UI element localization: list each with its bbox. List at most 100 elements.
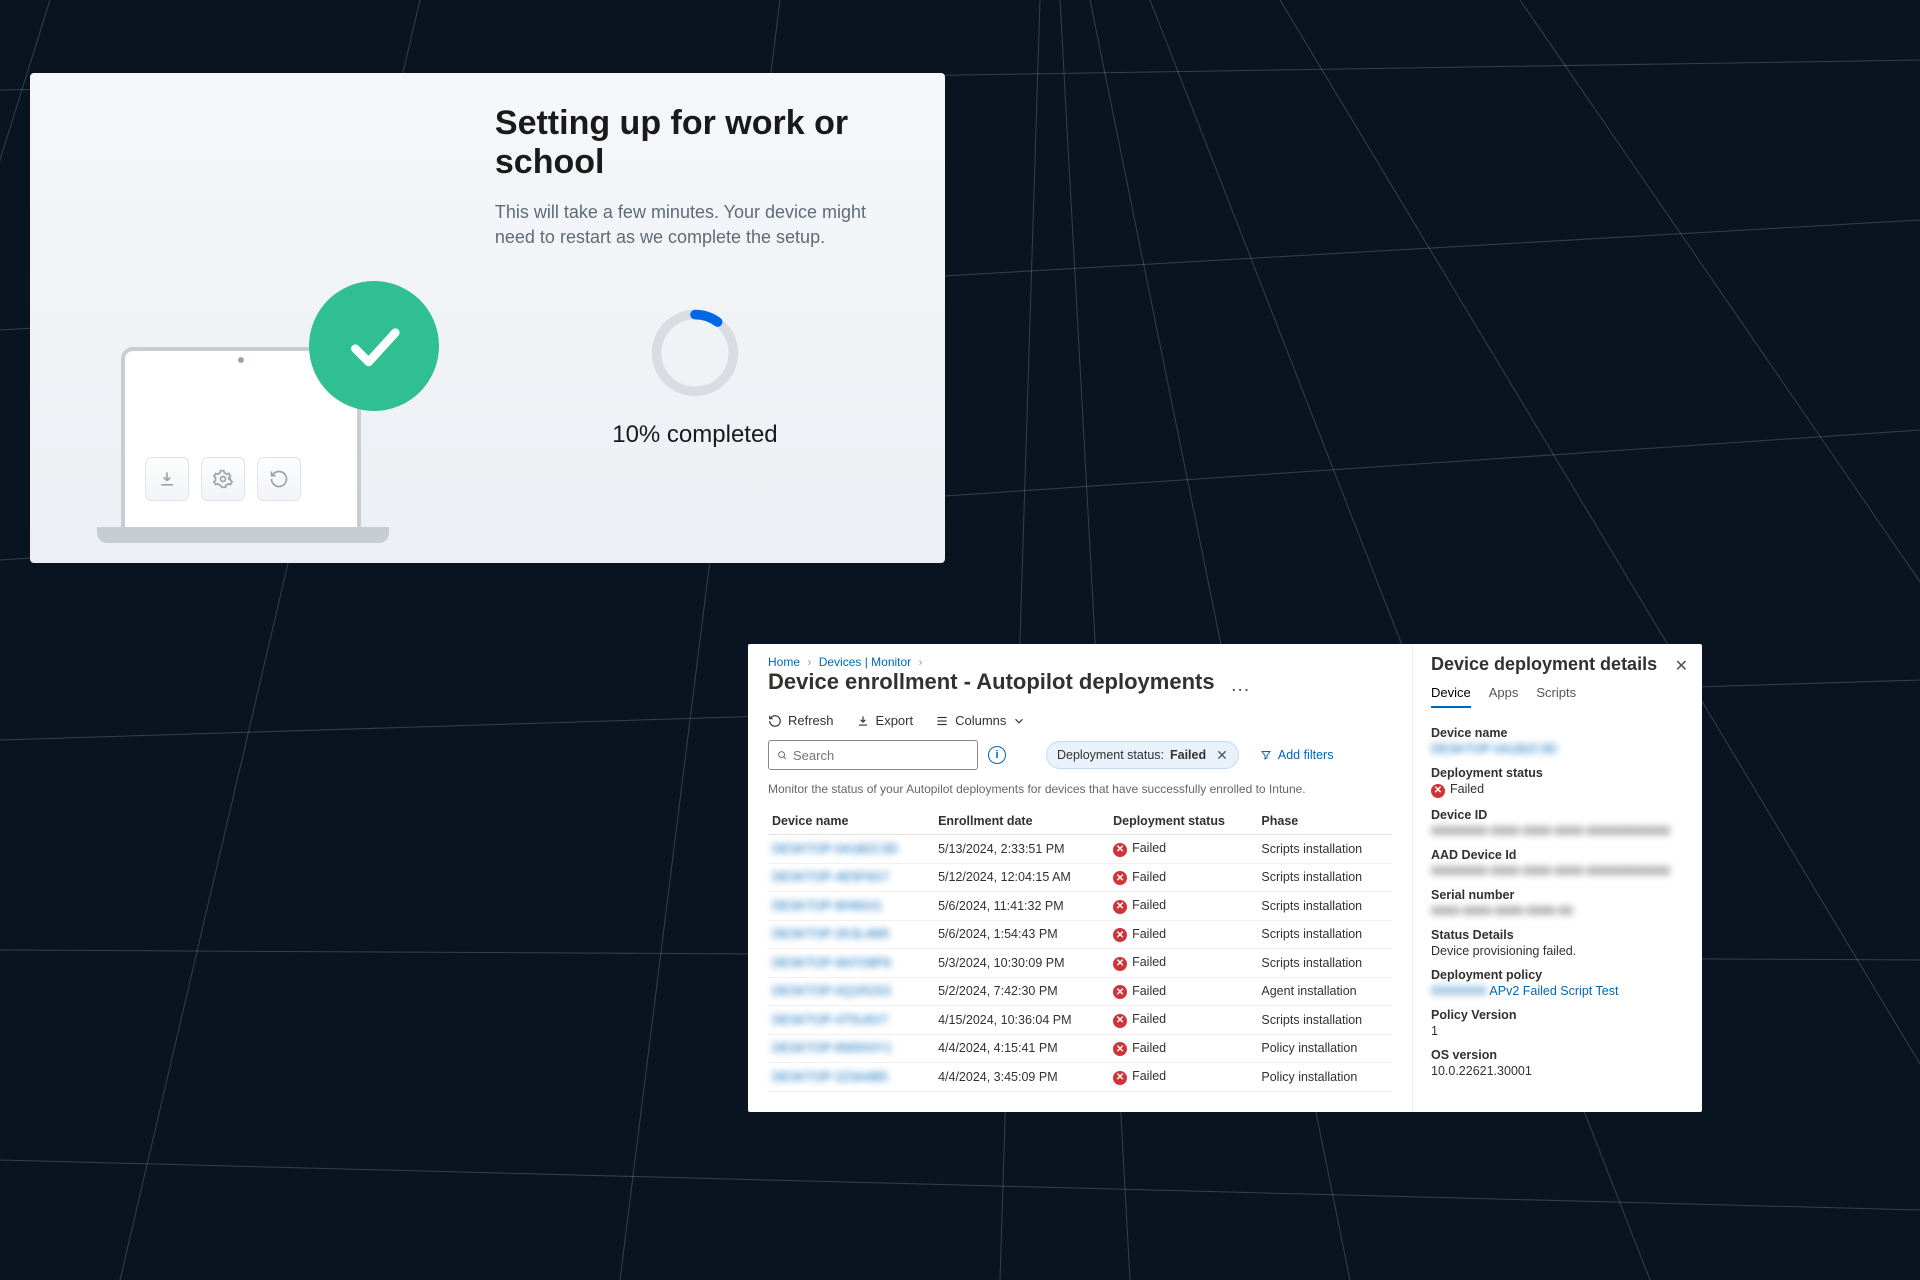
tab-device[interactable]: Device (1431, 685, 1471, 708)
kv-device-name[interactable]: DESKTOP-0A1B2C3D (1431, 742, 1557, 756)
row-status: ✕Failed (1109, 892, 1257, 921)
filter-icon (1260, 749, 1272, 761)
kv-status-label: Deployment status (1431, 766, 1684, 780)
filter-chip-remove-icon[interactable]: ✕ (1216, 747, 1228, 764)
row-device-name[interactable]: DESKTOP-0Q1R2S3 (772, 984, 891, 998)
table-row[interactable]: DESKTOP-2Z3A4B5 4/4/2024, 3:45:09 PM✕Fail… (768, 1063, 1392, 1092)
kv-status-details: Device provisioning failed. (1431, 944, 1684, 958)
kv-os: 10.0.22621.30001 (1431, 1064, 1684, 1078)
row-phase: Scripts installation (1257, 863, 1392, 892)
add-filters-button[interactable]: Add filters (1249, 741, 1345, 769)
row-status: ✕Failed (1109, 835, 1257, 864)
kv-device-name-label: Device name (1431, 726, 1684, 740)
kv-os-label: OS version (1431, 1048, 1684, 1062)
row-date: 4/15/2024, 10:36:04 PM (934, 1006, 1109, 1035)
row-date: 5/12/2024, 12:04:15 AM (934, 863, 1109, 892)
row-status: ✕Failed (1109, 1034, 1257, 1063)
info-icon[interactable]: i (988, 746, 1006, 764)
row-date: 5/6/2024, 1:54:43 PM (934, 920, 1109, 949)
export-button[interactable]: Export (856, 713, 914, 728)
checkmark-badge-icon (309, 281, 439, 411)
kv-serial-label: Serial number (1431, 888, 1684, 902)
description-text: Monitor the status of your Autopilot dep… (768, 782, 1392, 796)
col-phase[interactable]: Phase (1257, 808, 1392, 835)
row-device-name[interactable]: DESKTOP-0A1B2C3D (772, 842, 898, 856)
table-row[interactable]: DESKTOP-0A1B2C3D 5/13/2024, 2:33:51 PM✕Fa… (768, 835, 1392, 864)
table-row[interactable]: DESKTOP-6N7O8P9 5/3/2024, 10:30:09 PM✕Fai… (768, 949, 1392, 978)
row-phase: Scripts installation (1257, 949, 1392, 978)
row-device-name[interactable]: DESKTOP-4T5U6V7 (772, 1013, 888, 1027)
col-enrollment-date[interactable]: Enrollment date (934, 808, 1109, 835)
details-title: Device deployment details (1431, 654, 1684, 675)
oobe-title: Setting up for work or school (495, 104, 895, 182)
col-deployment-status[interactable]: Deployment status (1109, 808, 1257, 835)
intune-panel: Home › Devices | Monitor › Device enroll… (748, 644, 1702, 1112)
kv-status: ✕Failed (1431, 782, 1684, 798)
row-date: 5/13/2024, 2:33:51 PM (934, 835, 1109, 864)
row-device-name[interactable]: DESKTOP-8W9X0Y1 (772, 1041, 892, 1055)
kv-serial: 0000-0000-0000-0000-00 (1431, 904, 1573, 918)
kv-policy[interactable]: 00000000 APv2 Failed Script Test (1431, 984, 1684, 998)
table-row[interactable]: DESKTOP-8H9I0J1 5/6/2024, 11:41:32 PM✕Fai… (768, 892, 1392, 921)
deployments-table: Device name Enrollment date Deployment s… (768, 808, 1392, 1092)
table-row[interactable]: DESKTOP-2K3L4M5 5/6/2024, 1:54:43 PM✕Fail… (768, 920, 1392, 949)
progress-label: 10% completed (495, 421, 895, 449)
row-phase: Policy installation (1257, 1034, 1392, 1063)
oobe-subtitle: This will take a few minutes. Your devic… (495, 200, 895, 250)
chevron-down-icon (1012, 714, 1026, 728)
breadcrumb: Home › Devices | Monitor › (768, 655, 1392, 669)
download-icon (145, 457, 189, 501)
row-status: ✕Failed (1109, 1063, 1257, 1092)
search-icon (777, 748, 787, 762)
row-status: ✕Failed (1109, 977, 1257, 1006)
oobe-panel: Setting up for work or school This will … (30, 73, 945, 563)
close-button[interactable]: ✕ (1675, 656, 1688, 676)
kv-policy-label: Deployment policy (1431, 968, 1684, 982)
row-device-name[interactable]: DESKTOP-6N7O8P9 (772, 956, 891, 970)
table-row[interactable]: DESKTOP-8W9X0Y1 4/4/2024, 4:15:41 PM✕Fail… (768, 1034, 1392, 1063)
row-status: ✕Failed (1109, 920, 1257, 949)
kv-device-id: 00000000-0000-0000-0000-000000000000 (1431, 824, 1670, 838)
breadcrumb-home[interactable]: Home (768, 655, 800, 669)
table-row[interactable]: DESKTOP-4E5F6G7 5/12/2024, 12:04:15 AM✕Fa… (768, 863, 1392, 892)
page-title: Device enrollment - Autopilot deployment… (768, 669, 1215, 694)
table-row[interactable]: DESKTOP-4T5U6V7 4/15/2024, 10:36:04 PM✕Fa… (768, 1006, 1392, 1035)
row-date: 5/6/2024, 11:41:32 PM (934, 892, 1109, 921)
columns-button[interactable]: Columns (935, 713, 1026, 728)
laptop-illustration (97, 323, 437, 543)
row-phase: Scripts installation (1257, 920, 1392, 949)
oobe-illustration (80, 108, 455, 543)
more-actions-button[interactable]: … (1230, 674, 1250, 696)
row-status: ✕Failed (1109, 1006, 1257, 1035)
breadcrumb-devices[interactable]: Devices | Monitor (819, 655, 911, 669)
tab-scripts[interactable]: Scripts (1536, 685, 1576, 708)
row-phase: Scripts installation (1257, 1006, 1392, 1035)
row-device-name[interactable]: DESKTOP-4E5F6G7 (772, 870, 889, 884)
row-phase: Scripts installation (1257, 892, 1392, 921)
row-device-name[interactable]: DESKTOP-8H9I0J1 (772, 899, 882, 913)
col-device-name[interactable]: Device name (768, 808, 934, 835)
kv-policy-version-label: Policy Version (1431, 1008, 1684, 1022)
row-phase: Policy installation (1257, 1063, 1392, 1092)
tab-apps[interactable]: Apps (1489, 685, 1519, 708)
row-status: ✕Failed (1109, 949, 1257, 978)
filter-chip-deployment-status[interactable]: Deployment status: Failed ✕ (1046, 741, 1239, 769)
progress-ring (647, 305, 743, 401)
row-date: 5/3/2024, 10:30:09 PM (934, 949, 1109, 978)
row-date: 5/2/2024, 7:42:30 PM (934, 977, 1109, 1006)
row-status: ✕Failed (1109, 863, 1257, 892)
row-device-name[interactable]: DESKTOP-2Z3A4B5 (772, 1070, 888, 1084)
table-row[interactable]: DESKTOP-0Q1R2S3 5/2/2024, 7:42:30 PM✕Fail… (768, 977, 1392, 1006)
refresh-icon (257, 457, 301, 501)
kv-status-details-label: Status Details (1431, 928, 1684, 942)
row-date: 4/4/2024, 3:45:09 PM (934, 1063, 1109, 1092)
row-device-name[interactable]: DESKTOP-2K3L4M5 (772, 927, 889, 941)
row-phase: Scripts installation (1257, 835, 1392, 864)
gear-icon (201, 457, 245, 501)
kv-aad-id: 00000000-0000-0000-0000-000000000000 (1431, 864, 1670, 878)
refresh-button[interactable]: Refresh (768, 713, 834, 728)
search-input[interactable] (768, 740, 978, 770)
kv-aad-id-label: AAD Device Id (1431, 848, 1684, 862)
row-date: 4/4/2024, 4:15:41 PM (934, 1034, 1109, 1063)
kv-policy-version: 1 (1431, 1024, 1684, 1038)
